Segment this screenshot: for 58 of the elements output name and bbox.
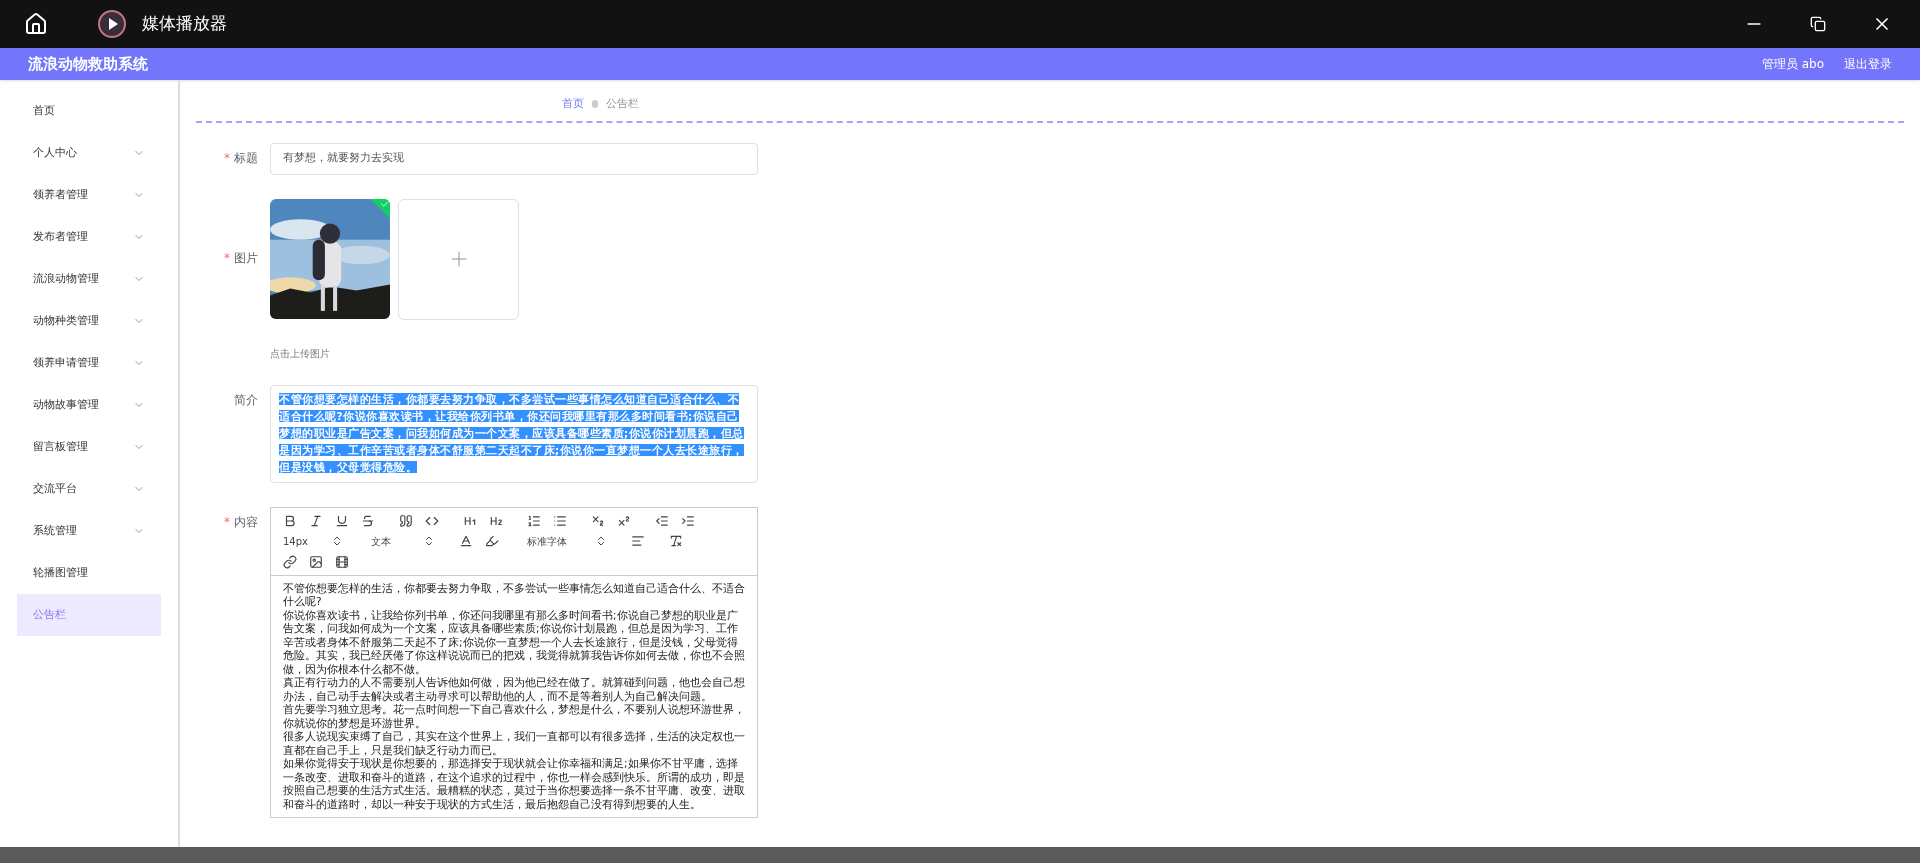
field-label: * 内容 bbox=[224, 514, 258, 529]
restore-icon[interactable] bbox=[1810, 16, 1826, 32]
font-family-select[interactable]: 标准字体 bbox=[527, 533, 607, 549]
field-label: * 图片 bbox=[224, 250, 258, 265]
underline-icon[interactable] bbox=[335, 513, 349, 528]
editor-paragraph: 你说你喜欢读书，让我给你列书单，你还问我哪里有那么多时间看书;你说自己梦想的职业是广告文案，问我如何成为一个文案，应该具备哪些素质;你说你计划晨跑，但总是因为学习、工作辛苦或者身体不舒服第二天起不了床;你说你一直梦想一个人去长途旅行，但是没钱，父母觉得危险。其实，我已经厌倦了你这样说说而已的把戏，我觉得就算我告诉你如何去做，你也不会照做，因为你根本什么都不做。 bbox=[283, 608, 745, 676]
sidebar-item[interactable]: 系统管理 bbox=[17, 510, 161, 552]
subscript-icon[interactable] bbox=[591, 513, 605, 528]
sidebar-item[interactable]: 领养申请管理 bbox=[17, 342, 161, 384]
logout-link[interactable]: 退出登录 bbox=[1844, 55, 1892, 73]
sidebar-item[interactable]: 流浪动物管理 bbox=[17, 258, 161, 300]
sidebar-item[interactable]: 交流平台 bbox=[17, 468, 161, 510]
align-icon[interactable] bbox=[631, 534, 645, 548]
sidebar-item[interactable]: 个人中心 bbox=[17, 132, 161, 174]
title-input[interactable]: 有梦想，就要努力去实现 bbox=[270, 142, 758, 175]
dropdown-arrows-icon bbox=[331, 535, 343, 547]
system-title: 流浪动物救助系统 bbox=[28, 53, 148, 75]
sidebar-item[interactable]: 首页 bbox=[17, 90, 161, 132]
image-icon[interactable] bbox=[309, 554, 323, 569]
sidebar-item[interactable]: 动物种类管理 bbox=[17, 300, 161, 342]
field-label: 简介 bbox=[234, 392, 258, 407]
bullet-list-icon[interactable] bbox=[553, 513, 567, 528]
bold-icon[interactable] bbox=[283, 513, 297, 528]
font-color-icon[interactable] bbox=[459, 534, 473, 548]
clear-format-icon[interactable] bbox=[669, 534, 683, 548]
sidebar-item[interactable]: 发布者管理 bbox=[17, 216, 161, 258]
italic-icon[interactable] bbox=[309, 513, 323, 528]
superscript-icon[interactable] bbox=[617, 513, 631, 528]
editor-paragraph: 很多人说现实束缚了自己，其实在这个世界上，我们一直都可以有很多选择，生活的决定权也一直都在自己手上，只是我们缺乏行动力而已。 bbox=[283, 730, 745, 757]
video-icon[interactable] bbox=[335, 554, 349, 569]
dropdown-arrows-icon bbox=[423, 535, 435, 547]
dropdown-arrows-icon bbox=[595, 535, 607, 547]
highlight-icon[interactable] bbox=[485, 534, 499, 548]
field-label: * 标题 bbox=[224, 150, 258, 165]
home-icon[interactable] bbox=[24, 12, 48, 36]
sidebar-item[interactable]: 轮播图管理 bbox=[17, 552, 161, 594]
outdent-icon[interactable] bbox=[655, 513, 669, 528]
editor-paragraph: 如果你觉得安于现状是你想要的，那选择安于现状就会让你幸福和满足;如果你不甘平庸，选择一条改变、进取和奋斗的道路，在这个追求的过程中，你也一样会感到快乐。所谓的成功，即是按照自己想要的生活方式生活。最糟糕的状态，莫过于当你想要选择一条不甘平庸、改变、进取和奋斗的道路时，却以一种安于现状的方式生活，最后抱怨自己没有得到想要的人生。 bbox=[283, 757, 745, 811]
strikethrough-icon[interactable] bbox=[361, 513, 375, 528]
format-select[interactable]: 文本 bbox=[355, 533, 435, 549]
breadcrumb-separator-icon bbox=[592, 100, 598, 109]
breadcrumb-current: 公告栏 bbox=[606, 96, 639, 112]
editor-paragraph: 不管你想要怎样的生活，你都要去努力争取，不多尝试一些事情怎么知道自己适合什么、不适合什么呢? bbox=[283, 581, 745, 609]
editor-paragraph: 真正有行动力的人不需要别人告诉他如何做，因为他已经在做了。就算碰到问题，他也会自己想办法，自己动手去解决或者主动寻求可以帮助他的人，而不是等着别人为自己解决问题。 bbox=[283, 676, 745, 703]
link-icon[interactable] bbox=[283, 554, 297, 569]
font-size-select[interactable]: 14px bbox=[283, 533, 343, 549]
indent-icon[interactable] bbox=[681, 513, 695, 528]
ordered-list-icon[interactable] bbox=[527, 513, 541, 528]
play-logo-icon bbox=[98, 10, 126, 38]
breadcrumb-link[interactable]: 首页 bbox=[562, 96, 584, 113]
sidebar-item[interactable]: 动物故事管理 bbox=[17, 384, 161, 426]
sidebar-item[interactable]: 留言板管理 bbox=[17, 426, 161, 468]
editor-paragraph: 首先要学习独立思考。花一点时间想一下自己喜欢什么，梦想是什么，不要别人说想环游世界，你就说你的梦想是环游世界。 bbox=[283, 703, 745, 730]
quote-icon[interactable] bbox=[399, 513, 413, 528]
sidebar-item[interactable]: 领养者管理 bbox=[17, 174, 161, 216]
upload-hint: 点击上传图片 bbox=[270, 346, 331, 361]
user-name: 管理员 abo bbox=[1761, 56, 1824, 73]
window-title: 媒体播放器 bbox=[142, 12, 227, 36]
